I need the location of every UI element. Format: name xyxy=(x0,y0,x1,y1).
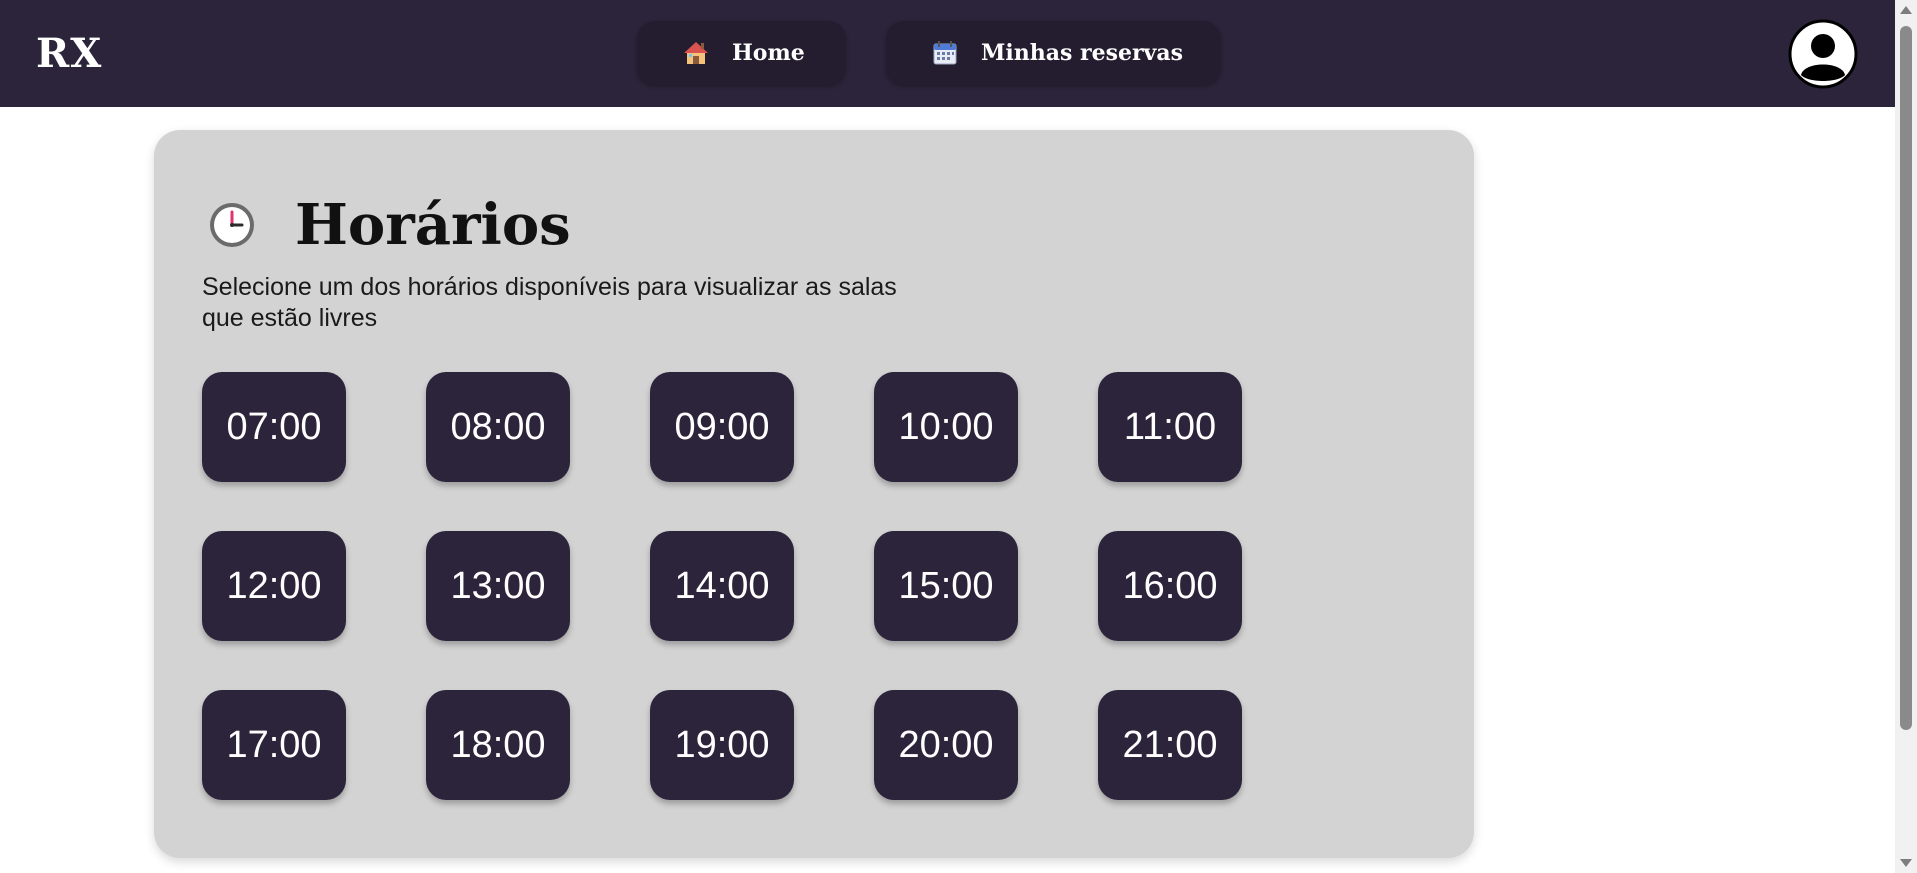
time-slot-button[interactable]: 11:00 xyxy=(1098,372,1242,482)
time-slot-button[interactable]: 14:00 xyxy=(650,531,794,641)
house-icon xyxy=(682,39,710,67)
page-title: Horários xyxy=(295,192,571,258)
time-slot-button[interactable]: 08:00 xyxy=(426,372,570,482)
scroll-thumb[interactable] xyxy=(1900,26,1912,730)
calendar-icon xyxy=(931,39,959,67)
time-slot-button[interactable]: 17:00 xyxy=(202,690,346,800)
schedule-card: Horários Selecione um dos horários dispo… xyxy=(154,130,1474,858)
title-row: Horários xyxy=(207,192,571,258)
scroll-down-arrow-icon[interactable] xyxy=(1900,859,1912,867)
time-slot-button[interactable]: 15:00 xyxy=(874,531,1018,641)
time-slot-button[interactable]: 20:00 xyxy=(874,690,1018,800)
time-slot-button[interactable]: 21:00 xyxy=(1098,690,1242,800)
time-slot-button[interactable]: 12:00 xyxy=(202,531,346,641)
page-subtitle: Selecione um dos horários disponíveis pa… xyxy=(202,273,897,332)
time-slot-button[interactable]: 18:00 xyxy=(426,690,570,800)
scroll-up-arrow-icon[interactable] xyxy=(1900,6,1912,14)
page-scrollbar[interactable] xyxy=(1895,0,1917,873)
nav-minhas-reservas-button[interactable]: Minhas reservas xyxy=(886,21,1221,85)
user-avatar-icon[interactable] xyxy=(1788,19,1858,89)
time-slot-button[interactable]: 16:00 xyxy=(1098,531,1242,641)
time-slot-button[interactable]: 19:00 xyxy=(650,690,794,800)
nav-home-button[interactable]: Home xyxy=(637,21,846,85)
time-slot-grid: 07:00 08:00 09:00 10:00 11:00 12:00 13:0… xyxy=(202,372,1242,800)
time-slot-button[interactable]: 10:00 xyxy=(874,372,1018,482)
time-slot-button[interactable]: 07:00 xyxy=(202,372,346,482)
time-slot-button[interactable]: 13:00 xyxy=(426,531,570,641)
nav-home-label: Home xyxy=(732,40,805,66)
nav-minhas-reservas-label: Minhas reservas xyxy=(981,40,1183,66)
clock-icon xyxy=(207,200,257,250)
app-logo[interactable]: RX xyxy=(36,30,102,77)
top-navbar: RX Home Minhas reservas xyxy=(0,0,1895,107)
time-slot-button[interactable]: 09:00 xyxy=(650,372,794,482)
